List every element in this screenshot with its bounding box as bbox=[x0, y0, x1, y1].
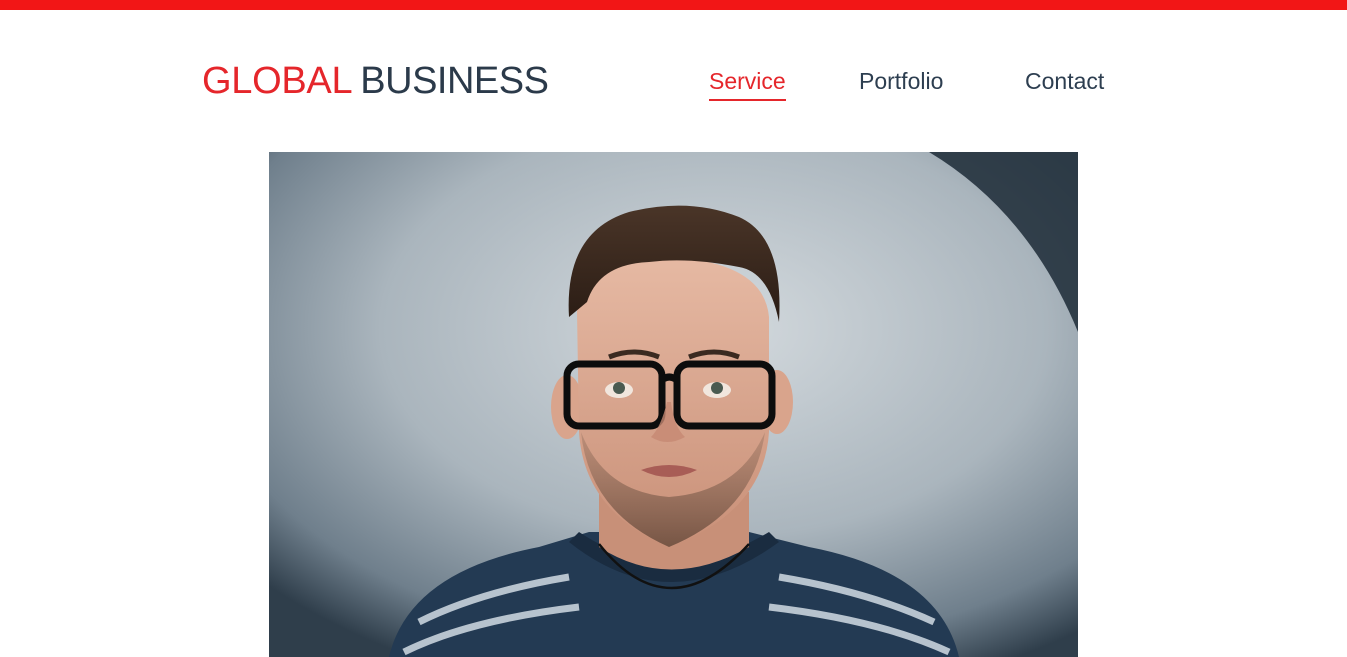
hero-image bbox=[269, 152, 1078, 657]
top-accent-bar bbox=[0, 0, 1347, 10]
nav-item-service[interactable]: Service bbox=[709, 64, 786, 101]
nav-item-portfolio[interactable]: Portfolio bbox=[859, 64, 943, 98]
hero-portrait-illustration bbox=[269, 152, 1078, 657]
main-nav: Service Portfolio Contact bbox=[0, 64, 1347, 104]
nav-item-contact[interactable]: Contact bbox=[1025, 64, 1104, 98]
